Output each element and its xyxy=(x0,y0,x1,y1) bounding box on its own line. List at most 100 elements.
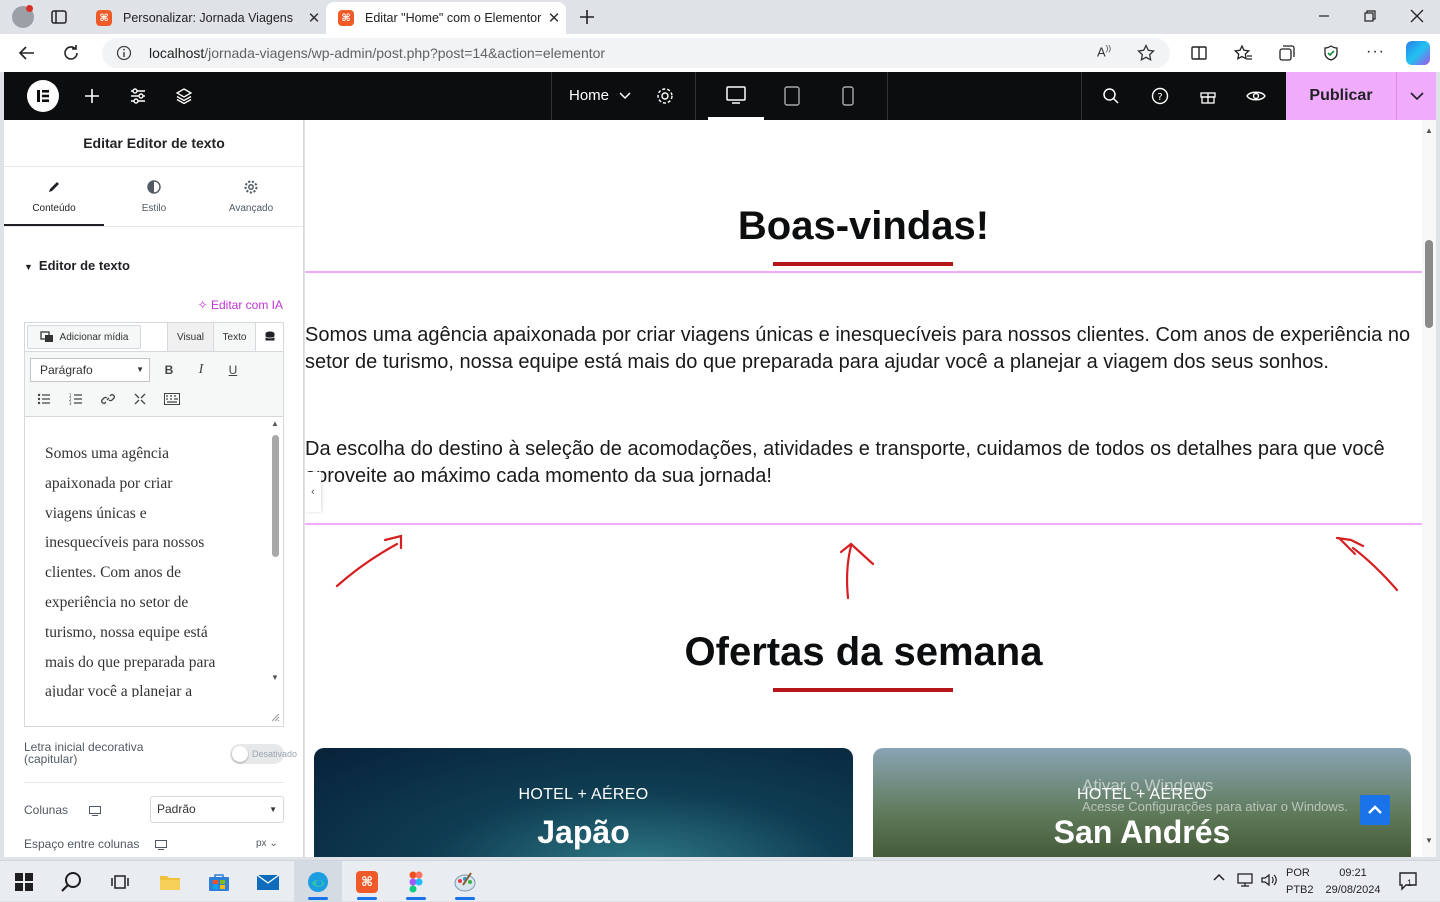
scroll-up-icon[interactable]: ▲ xyxy=(271,419,279,428)
chevron-down-icon[interactable] xyxy=(618,89,632,103)
toolbar-toggle-icon[interactable] xyxy=(161,388,183,410)
editor-content[interactable]: Somos uma agência apaixonada por criar v… xyxy=(45,439,260,697)
xampp-icon[interactable]: ⌘ xyxy=(343,861,391,902)
scroll-thumb[interactable] xyxy=(1425,240,1433,328)
desktop-device-icon[interactable] xyxy=(89,805,102,816)
edit-with-ai-link[interactable]: ✧ Editar com IA xyxy=(198,298,283,312)
start-windows-icon[interactable] xyxy=(0,861,48,902)
editor-scrollbar[interactable]: ▲ ▼ xyxy=(269,419,281,699)
add-media-label: Adicionar mídia xyxy=(59,331,129,343)
tablet-view-icon[interactable] xyxy=(782,84,802,108)
scroll-up-icon[interactable]: ▲ xyxy=(1425,126,1433,135)
browser-essentials-icon[interactable] xyxy=(1322,44,1340,62)
notifications-icon[interactable]: 1 xyxy=(1398,871,1418,891)
desktop-device-icon[interactable] xyxy=(154,839,167,850)
tab-close-icon[interactable]: ✕ xyxy=(542,9,566,27)
network-icon[interactable] xyxy=(1236,872,1254,888)
elementor-logo-icon[interactable] xyxy=(27,80,59,112)
bold-icon[interactable]: B xyxy=(158,359,180,381)
restore-icon[interactable] xyxy=(1364,10,1376,22)
paragraph-2[interactable]: Da escolha do destino à seleção de acomo… xyxy=(305,436,1419,489)
tab-editar-home[interactable]: ⌘ Editar "Home" com o Elementor ✕ xyxy=(326,2,566,34)
page-settings-gear-icon[interactable] xyxy=(655,86,675,106)
help-icon[interactable]: ? xyxy=(1150,86,1170,106)
numbered-list-icon[interactable]: 123 xyxy=(65,388,87,410)
task-view-icon[interactable] xyxy=(96,861,144,902)
paragraph-1[interactable]: Somos uma agência apaixonada por criar v… xyxy=(305,322,1419,375)
fullscreen-icon[interactable] xyxy=(129,388,151,410)
tab-personalizar[interactable]: ⌘ Personalizar: Jornada Viagens ✕ xyxy=(84,2,326,34)
mail-icon[interactable] xyxy=(244,861,292,902)
welcome-heading[interactable]: Boas-vindas! xyxy=(305,204,1422,249)
structure-layers-icon[interactable] xyxy=(174,86,194,106)
editor-tab-visual[interactable]: Visual xyxy=(167,323,213,351)
edge-browser-icon[interactable] xyxy=(294,861,342,902)
dynamic-tags-icon[interactable] xyxy=(255,323,283,351)
tab-content[interactable]: Conteúdo xyxy=(4,180,104,226)
editor-line: ajudar você a planejar a xyxy=(45,683,193,697)
favorites-icon[interactable] xyxy=(1234,44,1252,62)
resize-grip-icon[interactable] xyxy=(270,712,280,722)
page-selector[interactable]: Home xyxy=(569,87,609,104)
link-icon[interactable] xyxy=(97,388,119,410)
copilot-icon[interactable] xyxy=(1406,41,1430,65)
gap-unit-select[interactable]: px ⌄ xyxy=(256,838,278,849)
offers-heading[interactable]: Ofertas da semana xyxy=(305,630,1422,675)
microsoft-store-icon[interactable] xyxy=(195,861,243,902)
collapse-panel-handle[interactable]: ‹ xyxy=(305,472,321,512)
read-aloud-icon[interactable]: A)) xyxy=(1097,44,1111,59)
back-icon[interactable] xyxy=(18,44,36,62)
paragraph-format-select[interactable]: Parágrafo ▼ xyxy=(30,358,150,382)
bullet-list-icon[interactable] xyxy=(33,388,55,410)
input-language[interactable]: POR PTB2 xyxy=(1286,865,1314,899)
url-field[interactable]: localhost/jornada-viagens/wp-admin/post.… xyxy=(102,38,1170,68)
minimize-icon[interactable] xyxy=(1318,10,1330,22)
back-to-top-button[interactable] xyxy=(1360,795,1390,825)
show-hidden-icons-chevron-icon[interactable] xyxy=(1213,873,1225,881)
columns-select[interactable]: Padrão ▼ xyxy=(150,796,284,823)
scroll-thumb[interactable] xyxy=(272,435,279,557)
split-screen-icon[interactable] xyxy=(1190,44,1208,62)
windows-activation-watermark: Ativar o Windows Acesse Configurações pa… xyxy=(1082,776,1348,814)
mobile-view-icon[interactable] xyxy=(838,84,858,108)
volume-icon[interactable] xyxy=(1260,872,1278,888)
file-explorer-icon[interactable] xyxy=(146,861,194,902)
refresh-icon[interactable] xyxy=(62,44,80,62)
section-toggle[interactable]: ▼ Editor de texto xyxy=(24,258,130,273)
collections-icon[interactable] xyxy=(1278,44,1296,62)
tab-advanced[interactable]: Avançado xyxy=(201,180,301,214)
tab-close-icon[interactable]: ✕ xyxy=(302,9,326,27)
page-scrollbar[interactable]: ▲ ▼ xyxy=(1422,120,1436,857)
whats-new-gift-icon[interactable] xyxy=(1198,86,1218,106)
scroll-down-icon[interactable]: ▼ xyxy=(271,673,279,682)
paint-app-icon[interactable] xyxy=(441,861,489,902)
preview-eye-icon[interactable] xyxy=(1246,86,1266,106)
site-settings-icon[interactable] xyxy=(128,86,148,106)
search-icon[interactable] xyxy=(48,861,96,902)
tab-actions-icon[interactable] xyxy=(50,8,68,26)
italic-icon[interactable]: I xyxy=(190,359,212,381)
publish-options-button[interactable] xyxy=(1396,72,1436,120)
desktop-view-icon[interactable] xyxy=(708,72,764,120)
dropcap-toggle[interactable]: Desativado xyxy=(230,744,297,764)
add-element-icon[interactable] xyxy=(82,86,102,106)
window-close-icon[interactable] xyxy=(1410,9,1424,23)
heading-underline xyxy=(773,688,953,692)
scroll-down-icon[interactable]: ▼ xyxy=(1425,836,1433,845)
publish-button[interactable]: Publicar xyxy=(1286,72,1396,120)
add-media-button[interactable]: Adicionar mídia xyxy=(27,325,141,349)
site-info-icon[interactable] xyxy=(116,45,132,61)
dropcap-label: Letra inicial decorativa (capitular) xyxy=(24,740,144,766)
more-menu-icon[interactable]: ··· xyxy=(1366,43,1385,61)
system-clock[interactable]: 09:21 29/08/2024 xyxy=(1322,865,1384,899)
editor-tab-text[interactable]: Texto xyxy=(213,323,255,351)
new-tab-icon[interactable] xyxy=(578,8,596,26)
offer-card-japao[interactable]: HOTEL + AÉREO Japão xyxy=(314,748,853,857)
figma-icon[interactable] xyxy=(392,861,440,902)
ai-link-label: Editar com IA xyxy=(210,298,283,312)
underline-icon[interactable]: U xyxy=(222,359,244,381)
profile-avatar[interactable] xyxy=(12,5,34,28)
search-icon[interactable] xyxy=(1101,86,1121,106)
favorite-star-icon[interactable] xyxy=(1137,44,1155,62)
tab-style[interactable]: Estilo xyxy=(104,180,204,214)
